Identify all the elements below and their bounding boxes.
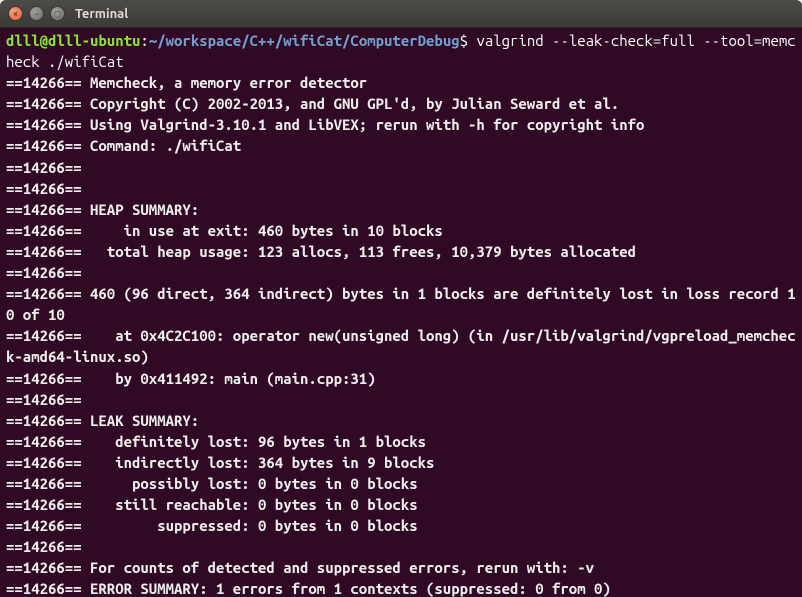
- prompt-dollar: $: [460, 32, 468, 49]
- output-line: ==14266== at 0x4C2C100: operator new(uns…: [6, 327, 796, 365]
- output-line: ==14266== possibly lost: 0 bytes in 0 bl…: [6, 475, 418, 492]
- output-line: ==14266== suppressed: 0 bytes in 0 block…: [6, 517, 418, 534]
- output-line: ==14266== HEAP SUMMARY:: [6, 201, 199, 218]
- minimize-icon[interactable]: −: [29, 6, 44, 21]
- output-line: ==14266== 460 (96 direct, 364 indirect) …: [6, 285, 796, 323]
- output-line: ==14266== definitely lost: 96 bytes in 1…: [6, 433, 426, 450]
- terminal-output[interactable]: dlll@dlll-ubuntu:~/workspace/C++/wifiCat…: [0, 28, 802, 597]
- output-line: ==14266== in use at exit: 460 bytes in 1…: [6, 222, 443, 239]
- output-line: ==14266== ERROR SUMMARY: 1 errors from 1…: [6, 580, 611, 597]
- output-line: ==14266== Using Valgrind-3.10.1 and LibV…: [6, 116, 644, 133]
- output-line: ==14266==: [6, 391, 90, 408]
- output-line: ==14266== total heap usage: 123 allocs, …: [6, 243, 636, 260]
- output-line: ==14266==: [6, 159, 90, 176]
- output-line: ==14266== indirectly lost: 364 bytes in …: [6, 454, 434, 471]
- close-icon[interactable]: ×: [8, 6, 23, 21]
- maximize-icon[interactable]: ▢: [50, 6, 65, 21]
- output-line: ==14266== For counts of detected and sup…: [6, 559, 594, 576]
- titlebar[interactable]: × − ▢ Terminal: [0, 0, 802, 28]
- output-line: ==14266== still reachable: 0 bytes in 0 …: [6, 496, 418, 513]
- prompt-path: ~/workspace/C++/wifiCat/ComputerDebug: [149, 32, 460, 49]
- output-line: ==14266== Memcheck, a memory error detec…: [6, 74, 367, 91]
- terminal-window: × − ▢ Terminal dlll@dlll-ubuntu:~/worksp…: [0, 0, 802, 597]
- output-line: ==14266==: [6, 538, 90, 555]
- output-line: ==14266==: [6, 264, 90, 281]
- output-line: ==14266== Copyright (C) 2002-2013, and G…: [6, 95, 619, 112]
- output-line: ==14266==: [6, 180, 90, 197]
- output-line: ==14266== LEAK SUMMARY:: [6, 412, 199, 429]
- window-title: Terminal: [75, 7, 128, 21]
- output-line: ==14266== Command: ./wifiCat: [6, 137, 241, 154]
- prompt-user-host: dlll@dlll-ubuntu: [6, 32, 140, 49]
- output-line: ==14266== by 0x411492: main (main.cpp:31…: [6, 370, 376, 387]
- prompt-separator: :: [140, 32, 148, 49]
